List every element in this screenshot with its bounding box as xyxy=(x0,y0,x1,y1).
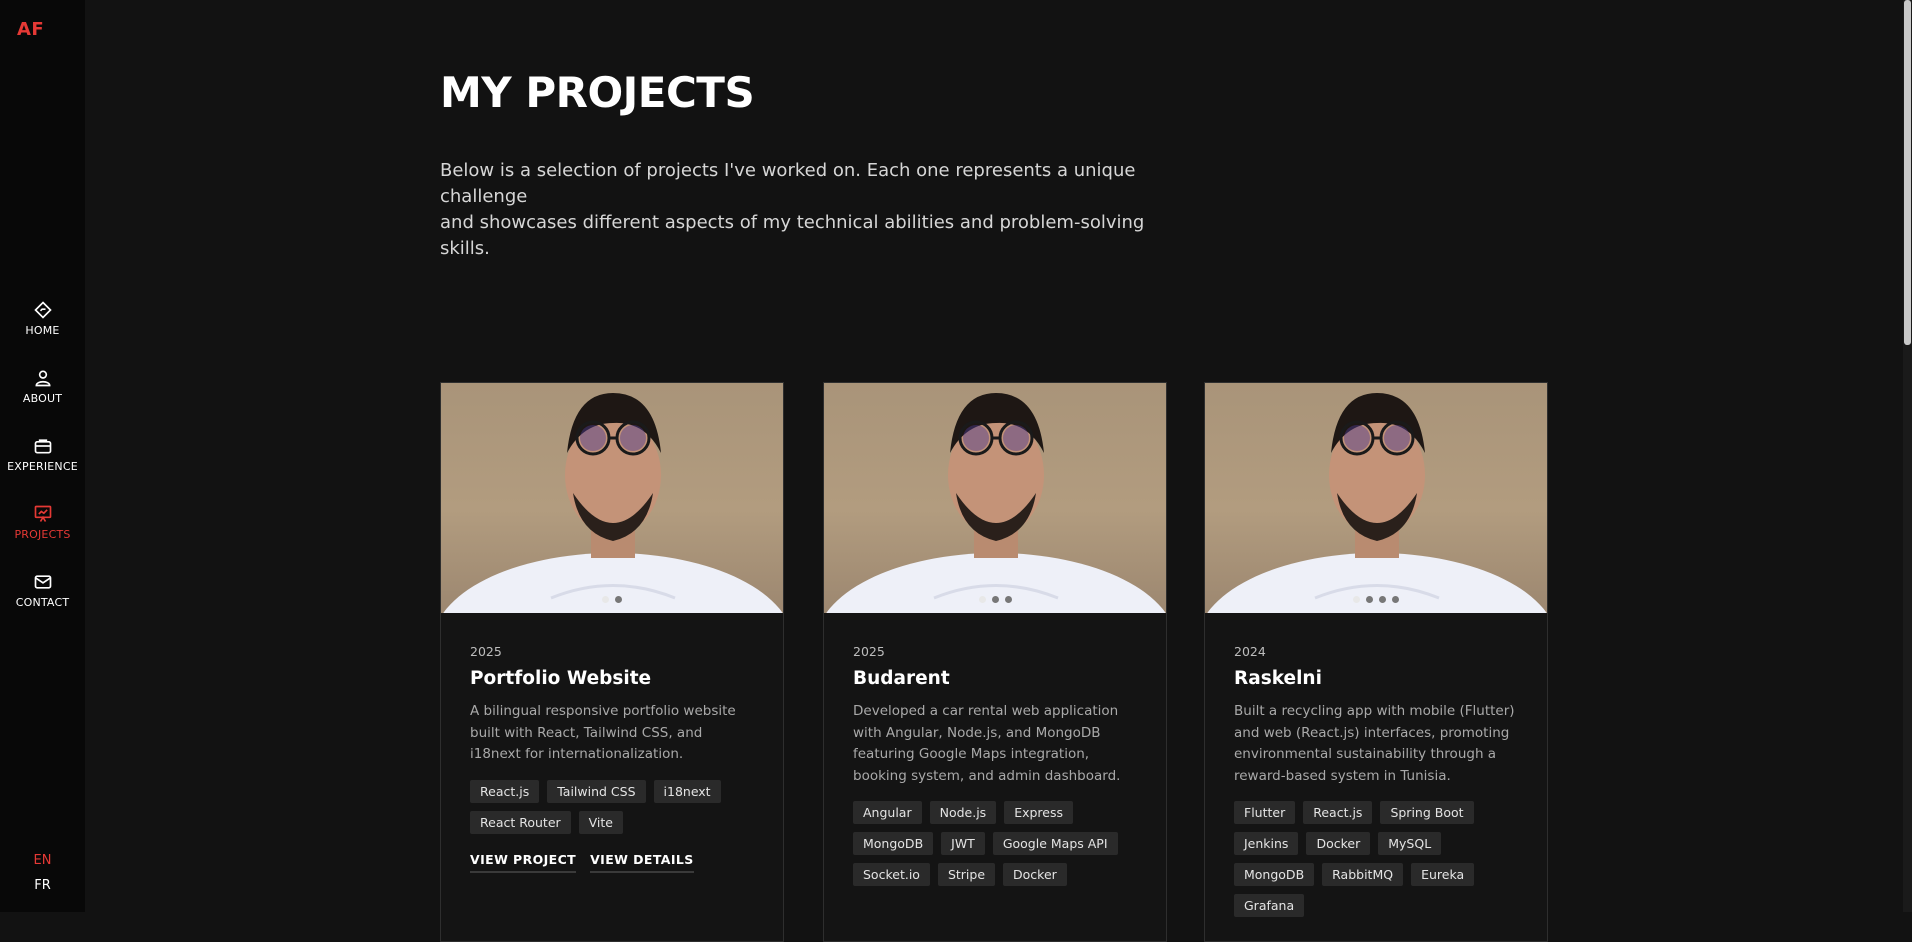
project-image[interactable] xyxy=(441,383,783,613)
carousel-dot[interactable] xyxy=(1379,596,1386,603)
carousel-dot[interactable] xyxy=(1366,596,1373,603)
presentation-icon xyxy=(34,505,51,522)
project-image[interactable] xyxy=(824,383,1166,613)
tech-tag: MySQL xyxy=(1378,832,1442,855)
tech-tag: Grafana xyxy=(1234,894,1305,917)
tech-tag: Stripe xyxy=(937,863,996,886)
nav-item-contact[interactable]: CONTACT xyxy=(0,572,85,640)
nav-item-projects[interactable]: PROJECTS xyxy=(0,504,85,572)
tech-tag: MongoDB xyxy=(1234,863,1315,886)
user-icon xyxy=(34,370,51,387)
carousel-dot[interactable] xyxy=(978,596,986,603)
tech-tag: Flutter xyxy=(1234,801,1296,824)
nav-label-projects: PROJECTS xyxy=(14,528,71,541)
carousel-dots xyxy=(441,596,783,603)
tech-tag: MongoDB xyxy=(853,832,934,855)
tech-tag: Google Maps API xyxy=(992,832,1118,855)
project-title: Portfolio Website xyxy=(470,668,652,689)
nav-item-experience[interactable]: EXPERIENCE xyxy=(0,436,85,504)
project-card: 2024 Raskelni Built a recycling app with… xyxy=(1204,382,1548,942)
tech-tag: Node.js xyxy=(929,801,997,824)
intro-line-1: Below is a selection of projects I've wo… xyxy=(440,160,1136,207)
portrait-photo xyxy=(826,393,1166,613)
project-description: A bilingual responsive portfolio website… xyxy=(470,703,736,762)
project-image[interactable] xyxy=(1205,383,1547,613)
tech-tag: Angular xyxy=(853,801,922,824)
tech-tag: Docker xyxy=(1306,832,1371,855)
intro-text: Below is a selection of projects I've wo… xyxy=(440,158,1160,262)
carousel-dots xyxy=(824,596,1166,603)
tech-tag: React.js xyxy=(1303,801,1373,824)
tech-tag: Eureka xyxy=(1411,863,1475,886)
project-year: 2025 xyxy=(470,644,502,659)
sidebar-nav: HOME ABOUT EXPERIENCE PROJECTS CONTACT xyxy=(0,300,85,640)
tech-tags: Angular Node.js Express MongoDB JWT Google Ma… xyxy=(853,801,1137,886)
scrollbar-thumb[interactable] xyxy=(1904,0,1911,345)
tech-tag: Vite xyxy=(578,810,623,834)
nav-label-home: HOME xyxy=(25,324,60,337)
carousel-dot[interactable] xyxy=(1353,596,1360,603)
intro-line-2: and showcases different aspects of my te… xyxy=(440,212,1145,259)
tech-tag: i18next xyxy=(653,779,721,803)
mail-icon xyxy=(34,575,51,589)
tech-tag: Docker xyxy=(1003,863,1067,886)
tech-tags: Flutter React.js Spring Boot Jenkins Docker M… xyxy=(1234,801,1518,917)
nav-item-home[interactable]: HOME xyxy=(0,300,85,368)
tech-tag: Jenkins xyxy=(1234,832,1299,855)
project-year: 2024 xyxy=(1234,644,1266,659)
home-icon xyxy=(33,301,52,319)
tech-tag: RabbitMQ xyxy=(1322,863,1404,886)
project-title: Budarent xyxy=(853,668,950,689)
carousel-dot[interactable] xyxy=(1004,596,1012,603)
tech-tag: JWT xyxy=(941,832,985,855)
project-description: Developed a car rental web application w… xyxy=(853,703,1121,784)
project-year: 2025 xyxy=(853,644,885,659)
tech-tag: Spring Boot xyxy=(1380,801,1474,824)
portrait-photo xyxy=(443,393,783,613)
carousel-dot[interactable] xyxy=(615,596,622,603)
view-project-button[interactable]: VIEW PROJECT xyxy=(470,852,577,873)
sidebar: AF HOME ABOUT EXPERIENCE PROJECTS CONTAC… xyxy=(0,0,85,912)
carousel-dot[interactable] xyxy=(991,596,999,603)
nav-label-contact: CONTACT xyxy=(15,596,70,609)
language-fr[interactable]: FR xyxy=(0,878,85,893)
tech-tag: Socket.io xyxy=(853,863,930,886)
tech-tags: React.js Tailwind CSS i18next React Router V… xyxy=(470,779,754,834)
nav-label-experience: EXPERIENCE xyxy=(7,460,78,473)
tech-tag: React Router xyxy=(470,810,571,834)
nav-label-about: ABOUT xyxy=(22,392,63,405)
portrait-photo xyxy=(1207,393,1547,613)
nav-item-about[interactable]: ABOUT xyxy=(0,368,85,436)
project-card: 2025 Portfolio Website A bilingual respo… xyxy=(440,382,784,942)
carousel-dot[interactable] xyxy=(602,596,609,603)
tech-tag: React.js xyxy=(470,779,540,803)
project-description: Built a recycling app with mobile (Flutt… xyxy=(1234,703,1515,784)
tech-tag: Express xyxy=(1004,801,1074,824)
carousel-dot[interactable] xyxy=(1392,596,1399,603)
project-title: Raskelni xyxy=(1234,668,1322,689)
logo[interactable]: AF xyxy=(17,19,44,40)
view-details-button[interactable]: VIEW DETAILS xyxy=(590,852,694,873)
page-scrollbar[interactable] xyxy=(1903,0,1912,912)
project-actions: VIEW PROJECT VIEW DETAILS xyxy=(470,852,754,873)
carousel-dots xyxy=(1205,596,1547,603)
page-title: MY PROJECTS xyxy=(440,68,755,117)
language-en[interactable]: EN xyxy=(0,853,85,868)
tech-tag: Tailwind CSS xyxy=(547,779,646,803)
briefcase-icon xyxy=(34,439,51,454)
project-card: 2025 Budarent Developed a car rental web… xyxy=(823,382,1167,942)
